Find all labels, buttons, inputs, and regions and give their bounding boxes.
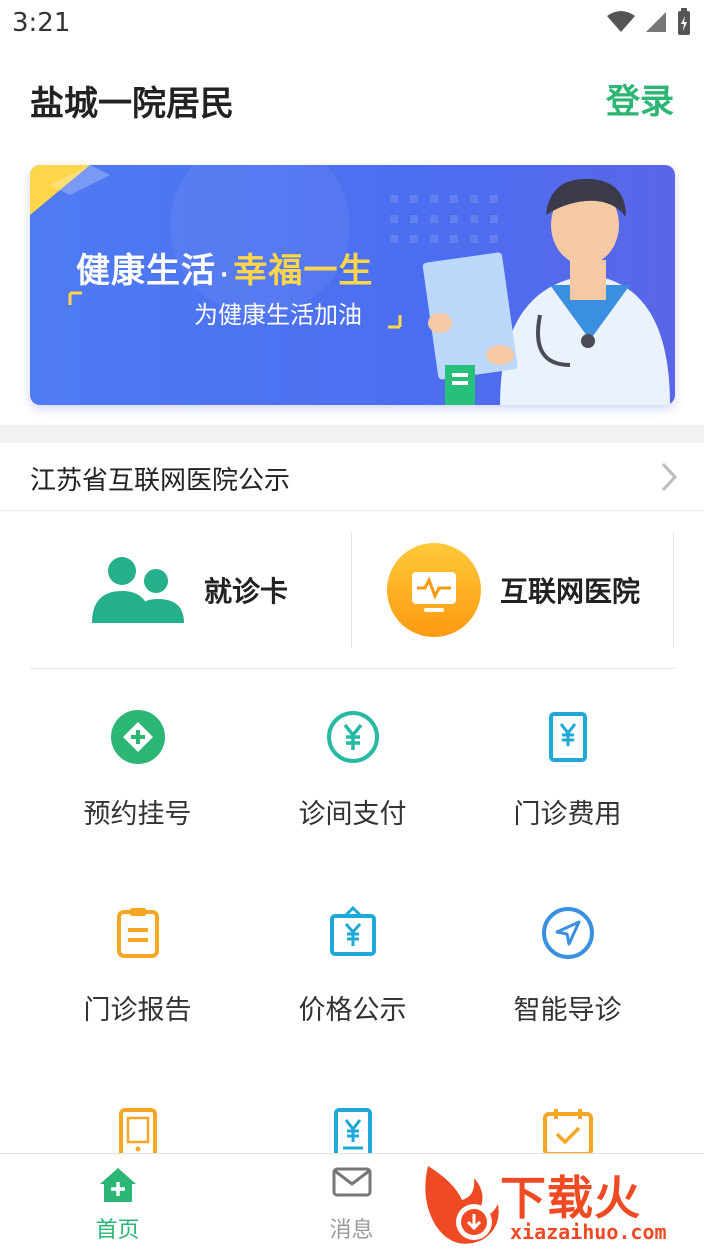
watermark-cn: 下载火 (500, 1171, 641, 1225)
banner-title-dot: · (220, 263, 230, 288)
home-icon (100, 1168, 136, 1202)
grid-item-fees[interactable]: 门诊费用 (460, 700, 675, 850)
promo-banner[interactable]: 健康生活 · 幸福一生 为健康生活加油 (30, 165, 675, 405)
banner-title-part1: 健康生活 (76, 251, 216, 291)
grid-label: 智能导诊 (513, 995, 622, 1026)
status-icons (606, 8, 692, 36)
price-board-icon (324, 904, 382, 962)
compass-icon (539, 904, 597, 962)
plus-diamond-icon (109, 708, 167, 766)
feature-row: 就诊卡 互联网医院 (0, 530, 704, 650)
monitor-icon (387, 543, 481, 637)
grid-divider (30, 668, 675, 669)
banner-title-part2: 幸福一生 (233, 251, 374, 291)
status-bar: 3:21 (0, 0, 704, 48)
grid-item-price[interactable]: 价格公示 (245, 896, 460, 1046)
wifi-icon (607, 11, 635, 32)
nav-home-label: 首页 (95, 1218, 140, 1243)
grid-label: 预约挂号 (83, 799, 192, 830)
page-title: 盐城一院居民 (30, 84, 234, 124)
grid-label: 价格公示 (298, 995, 407, 1026)
banner-title: 健康生活 · 幸福一生 (76, 243, 373, 292)
nav-home[interactable]: 首页 (0, 1154, 235, 1251)
grid-item-guide[interactable]: 智能导诊 (460, 896, 675, 1046)
chevron-right-icon (661, 462, 678, 492)
app-screen: 3:21 盐城一院居民 登录 健康生活 · 幸福一生 为健康生活加油 江苏省互联… (0, 0, 704, 1251)
watermark-logo: 下载火 xiazaihuo.com (418, 1160, 704, 1251)
grid-item-report[interactable]: 门诊报告 (30, 896, 245, 1046)
grid-item-payment[interactable]: 诊间支付 (245, 700, 460, 850)
status-time: 3:21 (12, 8, 71, 38)
section-divider (0, 425, 704, 443)
grid-label: 门诊费用 (513, 799, 622, 830)
battery-icon (678, 8, 690, 35)
grid-label: 诊间支付 (298, 799, 407, 830)
feature-divider-right (673, 532, 674, 648)
people-icon (92, 557, 184, 623)
grid-label: 门诊报告 (83, 995, 192, 1026)
app-header: 盐城一院居民 登录 (0, 60, 704, 132)
yen-circle-icon (324, 708, 382, 766)
yen-doc-icon (539, 708, 597, 766)
notice-row[interactable]: 江苏省互联网医院公示 (0, 443, 704, 511)
doctor-illustration (422, 178, 670, 405)
internet-hospital-label: 互联网医院 (500, 575, 641, 608)
mail-icon (332, 1167, 372, 1197)
internet-hospital-button[interactable]: 互联网医院 (386, 530, 676, 650)
banner-subtitle: 为健康生活加油 (194, 301, 362, 329)
grid-item-appointment[interactable]: 预约挂号 (30, 700, 245, 850)
visit-card-button[interactable]: 就诊卡 (90, 530, 350, 650)
login-button[interactable]: 登录 (606, 74, 674, 123)
watermark-en: xiazaihuo.com (510, 1220, 667, 1244)
flame-logo-icon (425, 1166, 499, 1244)
visit-card-label: 就诊卡 (204, 575, 289, 608)
clipboard-icon (109, 904, 167, 962)
signal-icon (646, 12, 666, 32)
notice-label: 江苏省互联网医院公示 (30, 466, 291, 496)
feature-divider (351, 532, 352, 648)
